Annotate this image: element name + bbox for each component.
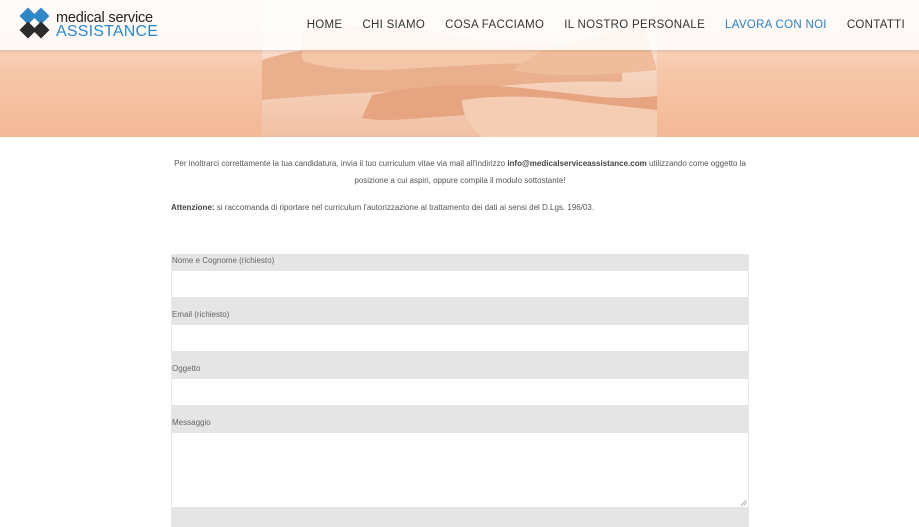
nav-item-contatti[interactable]: CONTATTI [847, 19, 905, 31]
message-textarea[interactable] [171, 433, 749, 507]
intro-paragraph: Per inoltrarci correttamente la tua cand… [171, 155, 749, 189]
nav-item-home[interactable]: HOME [307, 19, 343, 31]
main-nav: HOME CHI SIAMO COSA FACCIAMO IL NOSTRO P… [307, 0, 905, 50]
name-field[interactable] [171, 271, 749, 297]
warning-text: si raccomanda di riportare nel curriculu… [214, 203, 595, 212]
logo-text-line2: ASSISTANCE [56, 23, 159, 40]
contact-email: info@medicalserviceassistance.com [507, 159, 647, 168]
name-field-label: Nome e Cognome (richiesto) [171, 254, 749, 271]
warning-paragraph: Attenzione: si raccomanda di riportare n… [171, 199, 749, 216]
message-field-label: Messaggio [171, 416, 749, 433]
subject-field-label: Oggetto [171, 362, 749, 379]
email-field-label: Email (richiesto) [171, 308, 749, 325]
logo-diamond-icon [19, 7, 50, 39]
resize-grip-icon[interactable] [740, 499, 747, 506]
subject-field[interactable] [171, 379, 749, 405]
form-footer [171, 507, 749, 527]
application-form: Nome e Cognome (richiesto) Email (richie… [171, 254, 749, 527]
field-gap [171, 351, 749, 362]
nav-item-lavora-con-noi[interactable]: LAVORA CON NOI [725, 19, 827, 31]
nav-item-chi-siamo[interactable]: CHI SIAMO [362, 19, 425, 31]
intro-text-pre: Per inoltrarci correttamente la tua cand… [174, 159, 508, 168]
brand-logo[interactable]: medical service ASSISTANCE [18, 6, 158, 44]
field-gap [171, 297, 749, 308]
page-content: Per inoltrarci correttamente la tua cand… [171, 155, 749, 216]
nav-item-il-nostro-personale[interactable]: IL NOSTRO PERSONALE [564, 19, 705, 31]
email-field[interactable] [171, 325, 749, 351]
field-gap [171, 405, 749, 416]
warning-label: Attenzione: [171, 203, 215, 212]
top-navbar: medical service ASSISTANCE HOME CHI SIAM… [0, 0, 919, 50]
nav-item-cosa-facciamo[interactable]: COSA FACCIAMO [445, 19, 544, 31]
